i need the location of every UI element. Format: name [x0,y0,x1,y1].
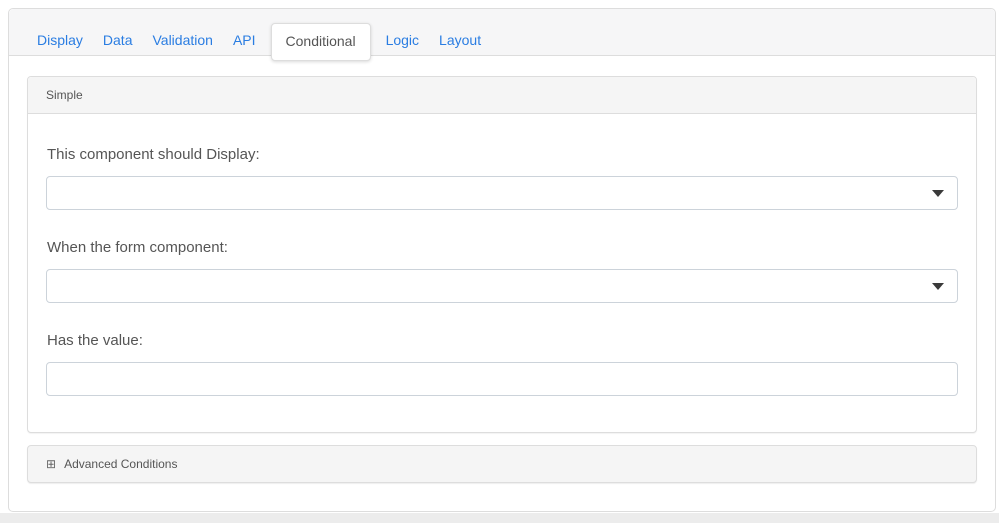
when-component-group: When the form component: [46,239,958,303]
display-condition-select[interactable] [46,176,958,210]
tab-data[interactable]: Data [93,23,143,57]
tab-layout[interactable]: Layout [429,23,491,57]
has-value-label: Has the value: [47,332,958,350]
display-condition-group: This component should Display: [46,146,958,210]
tab-conditional[interactable]: Conditional [271,23,371,61]
simple-panel-header: Simple [28,77,976,114]
tab-validation[interactable]: Validation [142,23,222,57]
when-component-label: When the form component: [47,239,958,257]
advanced-conditions-panel-header[interactable]: ⊞ Advanced Conditions [27,445,977,483]
advanced-conditions-title: Advanced Conditions [64,457,177,471]
has-value-input[interactable] [46,362,958,396]
component-settings-dialog: Display Data Validation API Conditional … [8,8,996,512]
tab-logic[interactable]: Logic [376,23,429,57]
conditional-tab-content: Simple This component should Display: Wh… [9,56,995,483]
display-condition-selected-value [47,177,957,191]
has-value-group: Has the value: [46,332,958,396]
when-component-select[interactable] [46,269,958,303]
settings-dialog-background: Display Data Validation API Conditional … [0,0,999,513]
plus-square-icon: ⊞ [46,457,56,471]
tab-display[interactable]: Display [27,23,93,57]
simple-conditional-panel: Simple This component should Display: Wh… [27,76,977,433]
display-condition-label: This component should Display: [47,146,958,164]
settings-tabbar: Display Data Validation API Conditional … [9,9,995,56]
page-background-strip [0,513,999,523]
simple-panel-body: This component should Display: When the … [28,114,976,432]
chevron-down-icon [932,283,944,290]
when-component-selected-value [47,270,957,284]
tab-api[interactable]: API [223,23,266,57]
simple-panel-title: Simple [46,88,83,102]
chevron-down-icon [932,190,944,197]
